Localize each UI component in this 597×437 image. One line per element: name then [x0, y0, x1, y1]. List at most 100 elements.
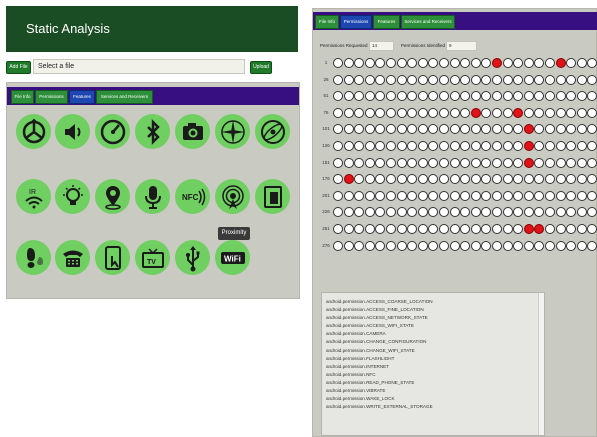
proximity-icon[interactable]: [215, 179, 250, 214]
permission-cell[interactable]: [523, 91, 534, 102]
permission-cell[interactable]: [417, 224, 428, 234]
permission-cell[interactable]: [513, 190, 524, 201]
permission-cell[interactable]: [417, 207, 428, 218]
permission-cell[interactable]: [449, 240, 460, 251]
permission-cell-active[interactable]: [470, 107, 481, 118]
permission-cell[interactable]: [439, 107, 449, 118]
permission-cell[interactable]: [534, 157, 545, 168]
permission-cell[interactable]: [343, 141, 354, 151]
infrared-icon[interactable]: IR: [16, 179, 51, 214]
permission-list-item[interactable]: android.permission.ACCESS_NETWORK_STATE: [326, 314, 544, 322]
permission-cell[interactable]: [343, 58, 354, 68]
permission-cell[interactable]: [417, 124, 428, 135]
permission-cell[interactable]: [396, 58, 407, 68]
permission-cell[interactable]: [364, 141, 375, 151]
tab-file-info[interactable]: File Info: [11, 90, 34, 104]
permission-cell[interactable]: [576, 124, 587, 135]
permission-cell[interactable]: [354, 107, 365, 118]
permission-cell[interactable]: [354, 240, 365, 251]
permission-list-item[interactable]: android.permission.NFC: [326, 371, 544, 379]
permission-cell[interactable]: [354, 58, 365, 68]
permission-cell[interactable]: [513, 224, 524, 234]
permission-cell[interactable]: [555, 141, 566, 151]
permission-cell[interactable]: [449, 124, 460, 135]
permission-cell[interactable]: [555, 240, 566, 251]
permission-cell[interactable]: [470, 207, 481, 218]
permission-cell[interactable]: [333, 91, 343, 102]
permission-cell[interactable]: [428, 190, 439, 201]
permission-cell[interactable]: [449, 58, 460, 68]
permission-cell[interactable]: [417, 141, 428, 151]
permission-cell[interactable]: [513, 174, 524, 185]
permission-cell[interactable]: [587, 91, 597, 102]
permission-cell[interactable]: [481, 141, 492, 151]
permission-cell[interactable]: [587, 58, 597, 68]
permission-cell-active[interactable]: [555, 58, 566, 68]
permission-cell[interactable]: [449, 207, 460, 218]
permission-cell[interactable]: [587, 141, 597, 151]
permission-cell[interactable]: [566, 240, 577, 251]
permission-cell[interactable]: [439, 224, 449, 234]
permission-cell-active[interactable]: [523, 224, 534, 234]
permission-cell[interactable]: [566, 190, 577, 201]
permission-cell[interactable]: [428, 240, 439, 251]
permission-cell[interactable]: [513, 74, 524, 85]
permission-list-scrollbar[interactable]: [538, 293, 544, 435]
permission-cell[interactable]: [439, 124, 449, 135]
permission-cell[interactable]: [545, 174, 555, 185]
permission-cell[interactable]: [396, 91, 407, 102]
permission-cell[interactable]: [545, 124, 555, 135]
permission-cell[interactable]: [576, 224, 587, 234]
permission-cell[interactable]: [428, 91, 439, 102]
permission-cell[interactable]: [364, 207, 375, 218]
permission-cell[interactable]: [449, 141, 460, 151]
permission-list[interactable]: android.permission.ACCESS_COARSE_LOCATIO…: [321, 292, 545, 436]
permission-cell[interactable]: [386, 190, 396, 201]
permission-cell[interactable]: [460, 58, 471, 68]
permission-cell[interactable]: [428, 174, 439, 185]
permission-cell-active[interactable]: [534, 224, 545, 234]
permission-cell[interactable]: [396, 207, 407, 218]
permission-cell[interactable]: [470, 141, 481, 151]
permission-cell[interactable]: [417, 74, 428, 85]
permission-cell[interactable]: [534, 107, 545, 118]
permission-cell[interactable]: [545, 107, 555, 118]
permission-cell[interactable]: [481, 74, 492, 85]
permission-cell[interactable]: [470, 91, 481, 102]
permission-cell[interactable]: [343, 107, 354, 118]
permission-cell[interactable]: [481, 107, 492, 118]
permission-cell[interactable]: [449, 224, 460, 234]
permission-cell[interactable]: [523, 58, 534, 68]
permission-cell[interactable]: [566, 224, 577, 234]
permission-cell-active[interactable]: [513, 107, 524, 118]
permission-cell[interactable]: [492, 141, 502, 151]
permission-cell[interactable]: [492, 157, 502, 168]
permission-cell[interactable]: [439, 190, 449, 201]
permission-cell[interactable]: [343, 91, 354, 102]
permission-cell[interactable]: [386, 107, 396, 118]
permission-cell[interactable]: [513, 124, 524, 135]
permission-cell[interactable]: [364, 224, 375, 234]
usb-icon[interactable]: [175, 240, 210, 275]
permission-cell[interactable]: [492, 174, 502, 185]
permission-cell[interactable]: [386, 174, 396, 185]
permission-cell[interactable]: [428, 207, 439, 218]
permission-cell[interactable]: [481, 124, 492, 135]
permission-cell[interactable]: [333, 157, 343, 168]
permission-cell[interactable]: [576, 58, 587, 68]
permission-list-item[interactable]: android.permission.ACCESS_COARSE_LOCATIO…: [326, 298, 544, 306]
permission-cell[interactable]: [460, 91, 471, 102]
permission-cell[interactable]: [523, 190, 534, 201]
wifi-icon[interactable]: WiFi: [215, 240, 250, 275]
permission-cell[interactable]: [545, 190, 555, 201]
upload-button[interactable]: Upload: [250, 61, 272, 74]
permission-cell[interactable]: [364, 91, 375, 102]
permission-cell[interactable]: [354, 141, 365, 151]
permission-cell[interactable]: [460, 224, 471, 234]
permission-cell[interactable]: [428, 58, 439, 68]
permission-cell[interactable]: [576, 141, 587, 151]
permission-cell-active[interactable]: [523, 124, 534, 135]
accelerometer-icon[interactable]: [16, 114, 51, 149]
permission-cell[interactable]: [386, 124, 396, 135]
permission-cell[interactable]: [502, 124, 513, 135]
